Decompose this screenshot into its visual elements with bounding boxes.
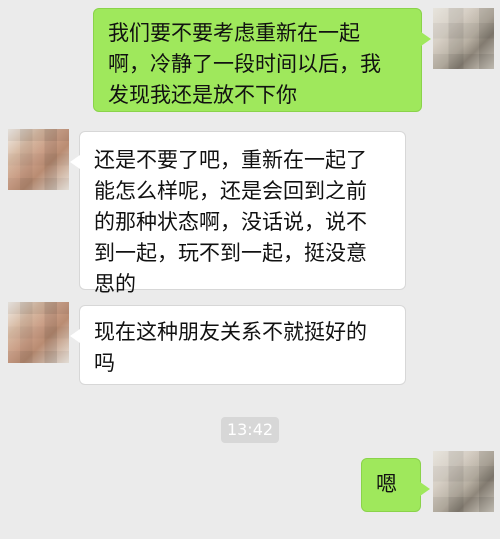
avatar-peer-mosaic: [8, 302, 69, 363]
chat-timestamp: 13:42: [221, 417, 279, 443]
avatar-self-mosaic: [433, 8, 494, 69]
avatar-peer[interactable]: [8, 129, 69, 190]
avatar-peer-mosaic: [8, 129, 69, 190]
avatar-self[interactable]: [433, 8, 494, 69]
chat-message-sent[interactable]: 嗯: [361, 458, 430, 512]
avatar-self[interactable]: [433, 451, 494, 512]
chat-message-received[interactable]: 现在这种朋友关系不就挺好的 吗: [70, 305, 406, 385]
chat-screen: 我们要不要考虑重新在一起 啊，冷静了一段时间以后，我 发现我还是放不下你 还是不…: [0, 0, 500, 539]
avatar-self-mosaic: [433, 451, 494, 512]
avatar-peer[interactable]: [8, 302, 69, 363]
chat-message-sent[interactable]: 我们要不要考虑重新在一起 啊，冷静了一段时间以后，我 发现我还是放不下你: [93, 8, 431, 112]
chat-message-received[interactable]: 还是不要了吧，重新在一起了 能怎么样呢，还是会回到之前 的那种状态啊，没话说，说…: [70, 131, 406, 296]
